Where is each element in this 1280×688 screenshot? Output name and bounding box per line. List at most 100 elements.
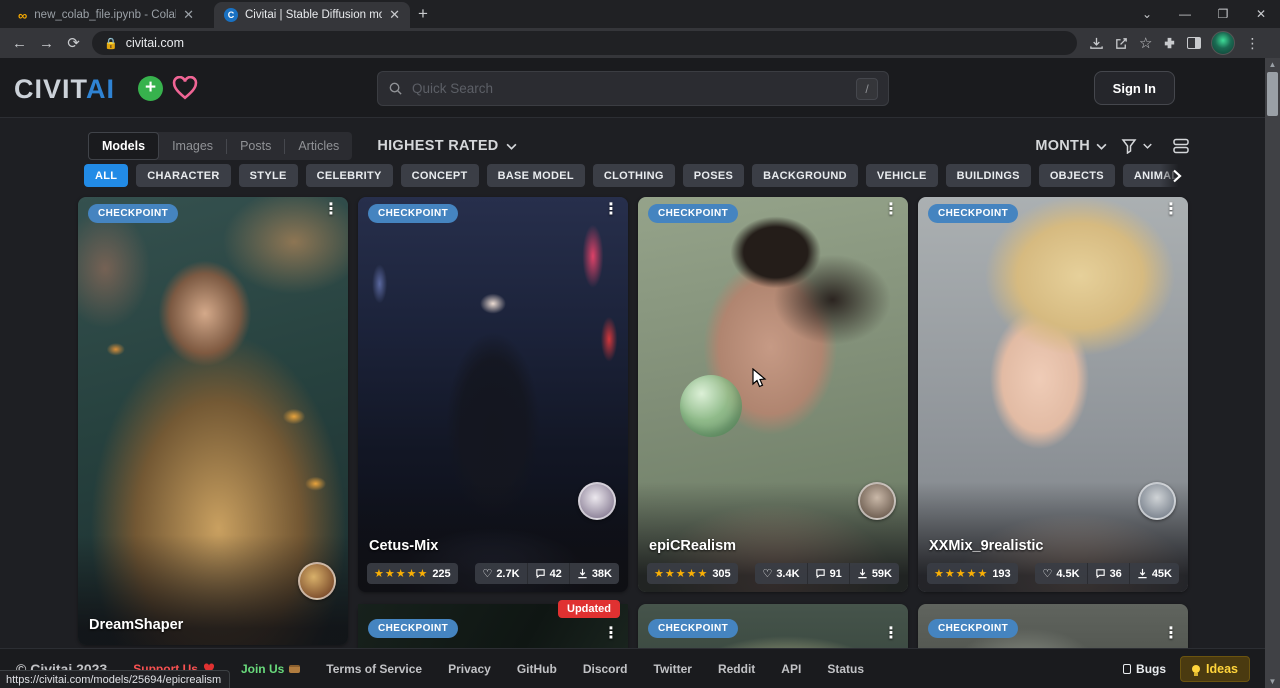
chip-base-model[interactable]: BASE MODEL <box>487 164 585 187</box>
creator-avatar[interactable] <box>858 482 896 520</box>
creator-avatar[interactable] <box>1138 482 1176 520</box>
scrollbar-thumb[interactable] <box>1267 72 1278 116</box>
rating-pill[interactable]: ★★★★★ 193 <box>927 563 1018 584</box>
chip-objects[interactable]: OBJECTS <box>1039 164 1115 187</box>
card-menu-icon[interactable]: ⋮ <box>883 626 899 642</box>
footer-link-discord[interactable]: Discord <box>583 662 628 676</box>
downloads-pill[interactable]: 38K <box>569 563 619 584</box>
bookmark-star-icon[interactable]: ☆ <box>1139 34 1152 52</box>
footer-link-terms[interactable]: Terms of Service <box>326 662 422 676</box>
downloads-pill[interactable]: 59K <box>849 563 899 584</box>
chip-style[interactable]: STYLE <box>239 164 298 187</box>
creator-avatar[interactable] <box>298 562 336 600</box>
star-rating-icon: ★★★★★ <box>374 567 428 580</box>
rating-pill[interactable]: ★★★★★ 225 <box>367 563 458 584</box>
tab-close-icon[interactable]: ✕ <box>183 7 194 23</box>
chip-character[interactable]: CHARACTER <box>136 164 230 187</box>
address-bar[interactable]: 🔒 civitai.com <box>92 31 1077 55</box>
chip-poses[interactable]: POSES <box>683 164 744 187</box>
card-menu-icon[interactable]: ⋮ <box>1163 202 1179 218</box>
footer-link-join-us[interactable]: Join Us <box>241 662 300 676</box>
tab-colab[interactable]: ∞ new_colab_file.ipynb - Colaborat ✕ <box>8 2 204 28</box>
forward-icon[interactable]: → <box>33 35 60 52</box>
model-card-dreamshaper[interactable]: CHECKPOINT ⋮ DreamShaper <box>78 197 348 645</box>
search-placeholder: Quick Search <box>412 81 847 96</box>
tab-civitai[interactable]: C Civitai | Stable Diffusion models, ✕ <box>214 2 410 28</box>
search-input[interactable]: Quick Search / <box>377 71 889 106</box>
ideas-button[interactable]: Ideas <box>1180 656 1250 682</box>
create-plus-button[interactable]: + <box>138 76 163 101</box>
tab-close-icon[interactable]: ✕ <box>389 7 400 23</box>
bugs-button[interactable]: Bugs <box>1123 662 1166 676</box>
chip-background[interactable]: BACKGROUND <box>752 164 858 187</box>
layout-toggle-icon[interactable] <box>1172 137 1190 155</box>
card-menu-icon[interactable]: ⋮ <box>603 626 619 642</box>
minimize-button[interactable]: — <box>1166 7 1204 21</box>
rating-pill[interactable]: ★★★★★ 305 <box>647 563 738 584</box>
chip-all[interactable]: ALL <box>84 164 128 187</box>
back-icon[interactable]: ← <box>6 35 33 52</box>
checkpoint-badge: CHECKPOINT <box>368 619 458 638</box>
model-title: Cetus-Mix <box>369 538 617 554</box>
reload-icon[interactable]: ⟳ <box>60 34 87 52</box>
profile-avatar[interactable] <box>1211 31 1235 55</box>
new-tab-button[interactable]: + <box>418 4 428 24</box>
tab-articles[interactable]: Articles <box>285 132 352 160</box>
sort-dropdown[interactable]: HIGHEST RATED <box>377 138 516 154</box>
scroll-up-icon[interactable]: ▲ <box>1265 60 1280 69</box>
favorites-heart-icon[interactable] <box>172 76 198 105</box>
bug-icon <box>1123 664 1131 674</box>
model-card-epicrealism[interactable]: CHECKPOINT ⋮ epiCRealism ★★★★★ 305 ♡3.4K… <box>638 197 908 592</box>
model-card-xxmix9realistic[interactable]: CHECKPOINT ⋮ XXMix_9realistic ★★★★★ 193 … <box>918 197 1188 592</box>
comments-pill[interactable]: 36 <box>1087 563 1129 584</box>
chips-scroll-right-icon[interactable] <box>1160 164 1194 187</box>
window-controls: ⌄ — ❐ ✕ <box>1128 0 1280 28</box>
civitai-logo[interactable]: CIVITAI <box>14 74 115 105</box>
chip-vehicle[interactable]: VEHICLE <box>866 164 938 187</box>
tab-posts[interactable]: Posts <box>227 132 284 160</box>
card-menu-icon[interactable]: ⋮ <box>883 202 899 218</box>
heart-icon: ♡ <box>762 567 772 580</box>
likes-pill[interactable]: ♡4.5K <box>1035 563 1086 584</box>
footer-link-api[interactable]: API <box>781 662 801 676</box>
footer-link-github[interactable]: GitHub <box>517 662 557 676</box>
tab-images[interactable]: Images <box>159 132 226 160</box>
tab-models[interactable]: Models <box>88 132 159 160</box>
chip-celebrity[interactable]: CELEBRITY <box>306 164 393 187</box>
likes-pill[interactable]: ♡3.4K <box>755 563 806 584</box>
footer-link-twitter[interactable]: Twitter <box>654 662 692 676</box>
downloads-pill[interactable]: 45K <box>1129 563 1179 584</box>
scroll-down-icon[interactable]: ▼ <box>1265 677 1280 686</box>
likes-count: 2.7K <box>496 568 519 580</box>
filter-nav-row: Models Images Posts Articles HIGHEST RAT… <box>88 132 1190 160</box>
card-menu-icon[interactable]: ⋮ <box>1163 626 1179 642</box>
download-icon[interactable] <box>1089 36 1104 51</box>
model-card-cetus-mix[interactable]: CHECKPOINT ⋮ Cetus-Mix ★★★★★ 225 ♡2.7K 4… <box>358 197 628 592</box>
stat-pills: ♡3.4K 91 59K <box>755 563 899 584</box>
extensions-puzzle-icon[interactable] <box>1162 36 1177 51</box>
footer-link-privacy[interactable]: Privacy <box>448 662 491 676</box>
checkpoint-badge: CHECKPOINT <box>368 204 458 223</box>
comments-pill[interactable]: 91 <box>807 563 849 584</box>
page-scrollbar[interactable]: ▲ ▼ <box>1265 58 1280 688</box>
sidebar-icon[interactable] <box>1187 37 1201 49</box>
browser-menu-icon[interactable]: ⋮ <box>1245 35 1259 52</box>
comments-pill[interactable]: 42 <box>527 563 569 584</box>
period-dropdown[interactable]: MONTH <box>1035 138 1107 154</box>
maximize-button[interactable]: ❐ <box>1204 7 1242 21</box>
close-button[interactable]: ✕ <box>1242 7 1280 21</box>
filters-button[interactable] <box>1121 138 1152 154</box>
likes-pill[interactable]: ♡2.7K <box>475 563 526 584</box>
footer-link-reddit[interactable]: Reddit <box>718 662 755 676</box>
chip-clothing[interactable]: CLOTHING <box>593 164 675 187</box>
footer-link-status[interactable]: Status <box>827 662 864 676</box>
share-icon[interactable] <box>1114 36 1129 51</box>
chip-concept[interactable]: CONCEPT <box>401 164 479 187</box>
tab-search-chevron-icon[interactable]: ⌄ <box>1128 7 1166 21</box>
chip-buildings[interactable]: BUILDINGS <box>946 164 1031 187</box>
creator-avatar[interactable] <box>578 482 616 520</box>
card-menu-icon[interactable]: ⋮ <box>323 202 339 218</box>
card-menu-icon[interactable]: ⋮ <box>603 202 619 218</box>
sign-in-button[interactable]: Sign In <box>1094 71 1175 105</box>
period-label: MONTH <box>1035 138 1090 154</box>
